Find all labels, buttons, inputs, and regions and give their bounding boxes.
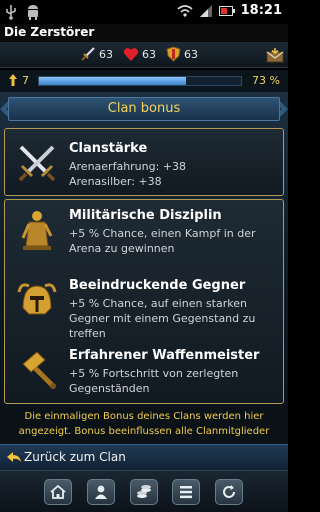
stats-row: 63 63 63 xyxy=(0,42,288,68)
attack-stat: 63 xyxy=(80,46,113,62)
xp-row: 7 73 % xyxy=(0,70,288,92)
clan-bonus-banner: Clan bonus xyxy=(8,97,280,121)
nav-profile-button[interactable] xyxy=(87,479,115,505)
coins-icon xyxy=(137,485,151,498)
inbox-icon[interactable] xyxy=(266,47,284,63)
banner-title: Clan bonus xyxy=(107,101,181,116)
health-value: 63 xyxy=(142,47,156,61)
nav-list-button[interactable] xyxy=(172,479,200,505)
golden-hammer-icon xyxy=(22,351,56,389)
profile-icon xyxy=(95,485,107,499)
list-icon xyxy=(180,486,192,499)
level-up-arrow-icon xyxy=(9,74,17,86)
bottom-navigation xyxy=(0,470,288,512)
health-stat: 63 xyxy=(123,46,156,62)
clan-strength-details: Arenaerfahrung: +38 Arenasilber: +38 xyxy=(69,159,289,189)
bonus-description: +5 % Chance, einen Kampf in der Arena zu… xyxy=(69,227,256,255)
level-value: 7 xyxy=(22,74,29,87)
golden-helmet-icon xyxy=(17,283,57,315)
home-icon xyxy=(50,484,66,499)
defense-value: 63 xyxy=(184,47,198,61)
back-arrow-icon xyxy=(7,452,21,462)
nav-refresh-button[interactable] xyxy=(215,479,243,505)
info-line-1: Die einmaligen Bonus deines Clans werden… xyxy=(24,411,264,422)
bonus-title: Militärische Disziplin xyxy=(69,208,222,223)
bonus-description: +5 % Fortschritt von zerlegten Gegenstän… xyxy=(69,367,239,395)
battery-icon xyxy=(218,5,235,16)
info-line-2: angezeigt. Bonus beeinflussen alle Clanm… xyxy=(18,426,270,437)
usb-icon xyxy=(6,5,16,20)
bonus-list-panel: Militärische Disziplin +5 % Chance, eine… xyxy=(4,199,284,404)
golden-statue-icon xyxy=(21,211,53,250)
back-to-clan-button[interactable]: Zurück zum Clan xyxy=(0,444,288,470)
wifi-icon xyxy=(177,4,193,17)
crossed-swords-icon xyxy=(18,145,56,182)
android-icon xyxy=(28,5,38,20)
bonus-title: Beeindruckende Gegner xyxy=(69,278,246,293)
sword-icon xyxy=(81,47,95,61)
back-label: Zurück zum Clan xyxy=(24,450,126,464)
shield-icon xyxy=(166,46,181,62)
xp-percent: 73 % xyxy=(252,74,280,87)
heart-icon xyxy=(123,47,139,61)
xp-progress-bar xyxy=(38,76,242,86)
clan-strength-title: Clanstärke xyxy=(69,141,148,156)
nav-home-button[interactable] xyxy=(44,479,72,505)
status-bar: 18:21 xyxy=(0,0,288,24)
clan-strength-panel: Clanstärke Arenaerfahrung: +38 Arenasilb… xyxy=(4,128,284,196)
app-title: Die Zerstörer xyxy=(4,25,95,39)
refresh-icon xyxy=(223,485,235,498)
signal-icon xyxy=(199,4,212,17)
info-text: Die einmaligen Bonus deines Clans werden… xyxy=(0,406,288,444)
clock: 18:21 xyxy=(240,3,282,18)
bonus-description: +5 % Chance, auf einen starken Gegner mi… xyxy=(69,297,256,340)
attack-value: 63 xyxy=(99,47,113,61)
xp-progress-fill xyxy=(39,77,187,85)
arena-xp-bonus: Arenaerfahrung: +38 xyxy=(69,160,187,173)
bonus-title: Erfahrener Waffenmeister xyxy=(69,348,260,363)
arena-silver-bonus: Arenasilber: +38 xyxy=(69,175,162,188)
nav-coins-button[interactable] xyxy=(130,479,158,505)
defense-stat: 63 xyxy=(166,46,198,62)
title-bar: Die Zerstörer xyxy=(0,24,288,42)
